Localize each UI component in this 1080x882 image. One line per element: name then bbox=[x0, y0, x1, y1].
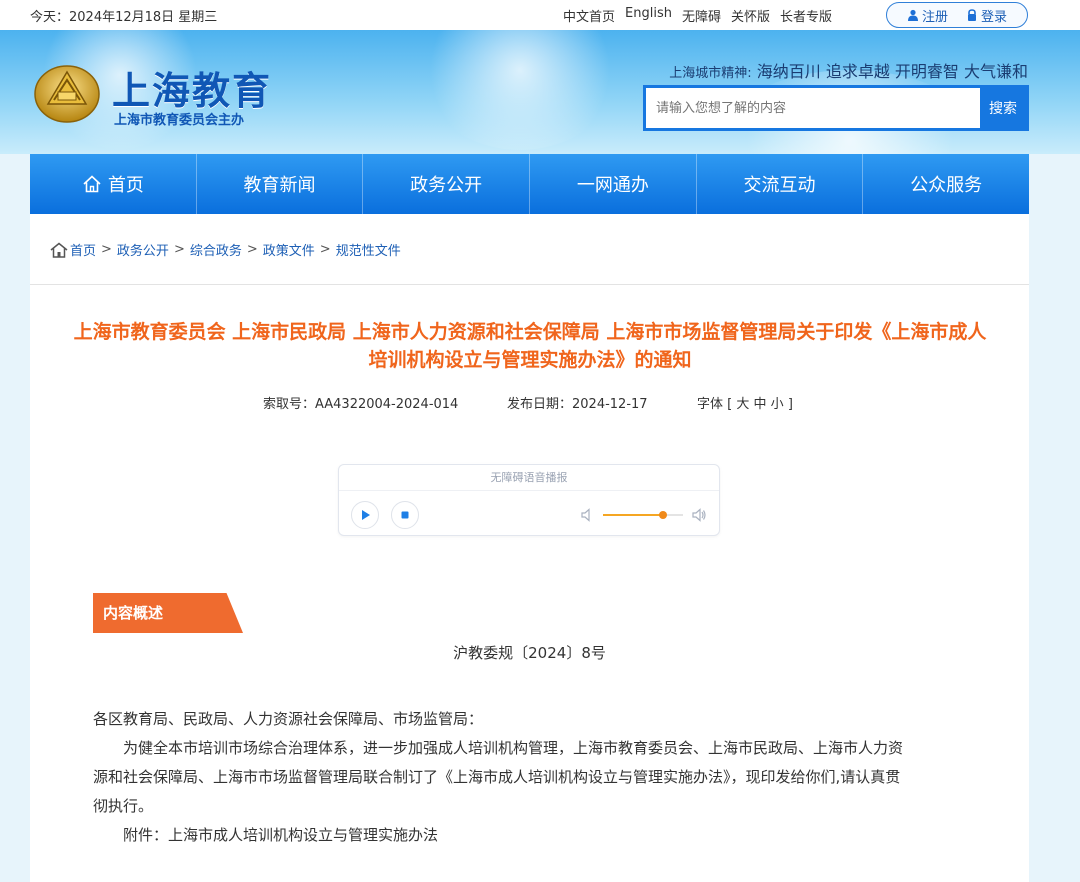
register-button[interactable]: 注册 bbox=[907, 6, 948, 25]
audio-player: 无障碍语音播报 bbox=[338, 464, 720, 536]
stop-button[interactable] bbox=[391, 501, 419, 529]
breadcrumb-separator: > bbox=[246, 242, 258, 257]
volume-slider[interactable] bbox=[603, 511, 683, 519]
home-icon bbox=[83, 175, 101, 193]
font-size-small[interactable]: 小 bbox=[771, 397, 784, 412]
top-bar: 今天：2024年12月18日 星期三 中文首页 English 无障碍 关怀版 … bbox=[0, 0, 1080, 30]
link-elder-version[interactable]: 长者专版 bbox=[780, 6, 832, 25]
nav-item-public-service[interactable]: 公众服务 bbox=[863, 154, 1029, 214]
article-title-line: 上海市教育委员会 上海市民政局 上海市人力资源和社会保障局 上海市市场监督管理局… bbox=[73, 321, 987, 343]
site-logo-subtitle: 上海市教育委员会主办 bbox=[114, 113, 245, 128]
current-date: 今天：2024年12月18日 星期三 bbox=[30, 10, 218, 25]
section-header: 内容概述 bbox=[93, 593, 243, 633]
audio-player-title: 无障碍语音播报 bbox=[339, 465, 719, 491]
article-title: 上海市教育委员会 上海市民政局 上海市人力资源和社会保障局 上海市市场监督管理局… bbox=[50, 318, 1010, 374]
volume-high-icon[interactable] bbox=[691, 507, 707, 523]
document-number: 沪教委规〔2024〕8号 bbox=[453, 644, 606, 662]
volume-slider-handle[interactable] bbox=[659, 511, 667, 519]
search-input[interactable] bbox=[646, 88, 980, 128]
play-button[interactable] bbox=[351, 501, 379, 529]
publish-date: 发布日期：2024-12-17 bbox=[507, 397, 648, 412]
lock-icon bbox=[968, 9, 976, 21]
paragraph-line: 彻执行。 bbox=[93, 797, 154, 815]
motto-label: 上海城市精神: bbox=[669, 66, 752, 81]
article-title-line: 培训机构设立与管理实施办法》的通知 bbox=[368, 349, 692, 371]
breadcrumb-home[interactable]: 首页 bbox=[70, 240, 96, 259]
main-content: 首页 > 政务公开 > 综合政务 > 政策文件 > 规范性文件 上海市教育委员会… bbox=[30, 214, 1029, 882]
nav-item-one-stop-service[interactable]: 一网通办 bbox=[530, 154, 697, 214]
register-label: 注册 bbox=[921, 9, 948, 25]
shanghai-education-emblem-icon bbox=[34, 65, 100, 123]
font-size-medium[interactable]: 中 bbox=[754, 397, 767, 412]
stop-icon bbox=[401, 511, 409, 519]
nav-item-home[interactable]: 首页 bbox=[30, 154, 197, 214]
site-logo-title[interactable]: 上海教育 bbox=[112, 60, 272, 115]
paragraph-line: 为健全本市培训市场综合治理体系，进一步加强成人培训机构管理，上海市教育委员会、上… bbox=[123, 739, 904, 757]
nav-label: 政务公开 bbox=[410, 175, 483, 196]
link-chinese-home[interactable]: 中文首页 bbox=[563, 6, 615, 25]
search-box: 搜索 bbox=[643, 85, 1029, 131]
breadcrumb-general-affairs[interactable]: 综合政务 bbox=[190, 240, 242, 259]
index-number: 索取号：AA4322004-2024-014 bbox=[263, 397, 459, 412]
breadcrumb-government-affairs[interactable]: 政务公开 bbox=[117, 240, 169, 259]
home-icon bbox=[50, 242, 68, 258]
auth-box: 注册 登录 bbox=[886, 2, 1028, 28]
paragraph-line: 源和社会保障局、上海市市场监督管理局联合制订了《上海市成人培训机构设立与管理实施… bbox=[93, 768, 901, 786]
nav-label: 首页 bbox=[107, 175, 144, 196]
divider bbox=[30, 284, 1029, 285]
nav-item-education-news[interactable]: 教育新闻 bbox=[197, 154, 364, 214]
font-size-label: 字体 [ bbox=[697, 397, 733, 412]
nav-label: 公众服务 bbox=[910, 175, 983, 196]
search-button[interactable]: 搜索 bbox=[980, 88, 1026, 128]
font-size-close: ] bbox=[787, 397, 793, 412]
article-body: 各区教育局、民政局、人力资源社会保障局、市场监管局： 为健全本市培训市场综合治理… bbox=[93, 705, 973, 850]
volume-slider-fill bbox=[603, 514, 663, 516]
motto-text: 海纳百川 追求卓越 开明睿智 大气谦和 bbox=[756, 62, 1028, 81]
link-care-version[interactable]: 关怀版 bbox=[731, 6, 770, 25]
font-size-switcher: 字体 [ 大 中 小 ] bbox=[697, 393, 793, 412]
breadcrumb-separator: > bbox=[319, 242, 331, 257]
breadcrumb: 首页 > 政务公开 > 综合政务 > 政策文件 > 规范性文件 bbox=[50, 240, 401, 259]
decorative-flower bbox=[420, 30, 620, 150]
site-header: 上海教育 上海市教育委员会主办 上海城市精神: 海纳百川 追求卓越 开明睿智 大… bbox=[0, 30, 1080, 154]
nav-item-interaction[interactable]: 交流互动 bbox=[697, 154, 864, 214]
breadcrumb-policy-documents[interactable]: 政策文件 bbox=[263, 240, 315, 259]
link-accessibility[interactable]: 无障碍 bbox=[682, 6, 721, 25]
play-icon bbox=[362, 510, 370, 520]
salutation: 各区教育局、民政局、人力资源社会保障局、市场监管局： bbox=[93, 710, 484, 728]
attachment-line[interactable]: 附件：上海市成人培训机构设立与管理实施办法 bbox=[93, 821, 973, 850]
nav-label: 一网通办 bbox=[576, 175, 649, 196]
nav-label: 交流互动 bbox=[743, 175, 816, 196]
user-icon bbox=[907, 9, 918, 21]
breadcrumb-separator: > bbox=[101, 242, 112, 257]
breadcrumb-separator: > bbox=[173, 242, 185, 257]
volume-low-icon[interactable] bbox=[579, 507, 595, 523]
link-english[interactable]: English bbox=[625, 6, 672, 25]
nav-label: 教育新闻 bbox=[243, 175, 316, 196]
city-motto: 上海城市精神: 海纳百川 追求卓越 开明睿智 大气谦和 bbox=[669, 58, 1028, 82]
top-links: 中文首页 English 无障碍 关怀版 长者专版 bbox=[563, 6, 832, 25]
login-button[interactable]: 登录 bbox=[966, 6, 1007, 25]
login-label: 登录 bbox=[981, 9, 1008, 25]
main-nav: 首页 教育新闻 政务公开 一网通办 交流互动 公众服务 bbox=[30, 154, 1029, 214]
nav-item-government-affairs[interactable]: 政务公开 bbox=[363, 154, 531, 214]
breadcrumb-normative-documents[interactable]: 规范性文件 bbox=[336, 240, 401, 259]
font-size-large[interactable]: 大 bbox=[736, 397, 749, 412]
